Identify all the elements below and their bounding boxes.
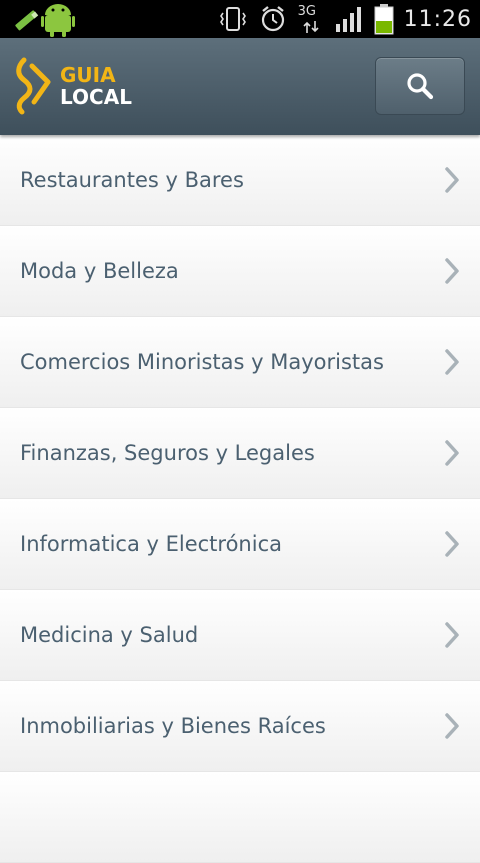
category-label: Moda y Belleza [20,259,179,283]
category-list: Restaurantes y Bares Moda y Belleza Come… [0,135,480,863]
logo-line1: GUIA [60,63,116,87]
network-indicator: 3G [298,2,324,36]
chevron-right-icon [445,531,459,557]
chevron-right-icon [445,713,459,739]
vibrate-icon [219,7,246,31]
status-bar: 3G 11:26 [0,0,480,38]
category-label: Informatica y Electrónica [20,532,282,556]
pen-icon [15,10,39,31]
chevron-right-icon [445,440,459,466]
category-item[interactable]: Moda y Belleza [0,226,480,317]
alarm-icon [261,6,284,32]
category-label: Inmobiliarias y Bienes Raíces [20,714,326,738]
category-item[interactable]: Informatica y Electrónica [0,499,480,590]
app-bar: GUIA LOCAL [0,38,480,135]
status-clock: 11:26 [403,6,472,32]
category-item[interactable]: Restaurantes y Bares [0,135,480,226]
category-label: Finanzas, Seguros y Legales [20,441,315,465]
status-right-icons: 3G 11:26 [218,0,472,38]
android-icon [41,4,75,37]
network-type-label: 3G [297,4,316,19]
status-left-icons [12,3,82,37]
search-icon [407,73,434,100]
logo-line2: LOCAL [60,85,132,109]
category-item[interactable]: Comercios Minoristas y Mayoristas [0,317,480,408]
search-button[interactable] [375,57,465,115]
chevron-right-icon [445,258,459,284]
battery-icon [374,4,394,35]
category-item-partial[interactable] [0,772,480,863]
category-label: Comercios Minoristas y Mayoristas [20,350,384,374]
logo-mark-icon [16,57,51,115]
chevron-right-icon [445,349,459,375]
signal-icon [335,7,361,32]
category-label: Medicina y Salud [20,623,199,647]
chevron-right-icon [445,167,459,193]
notification-icons [15,4,75,37]
category-item[interactable]: Inmobiliarias y Bienes Raíces [0,681,480,772]
category-label: Restaurantes y Bares [20,168,244,192]
logo-text: GUIA LOCAL [60,64,132,108]
chevron-right-icon [445,622,459,648]
category-item[interactable]: Finanzas, Seguros y Legales [0,408,480,499]
category-item[interactable]: Medicina y Salud [0,590,480,681]
guia-local-logo[interactable]: GUIA LOCAL [12,56,132,116]
data-arrows-icon [303,21,319,33]
